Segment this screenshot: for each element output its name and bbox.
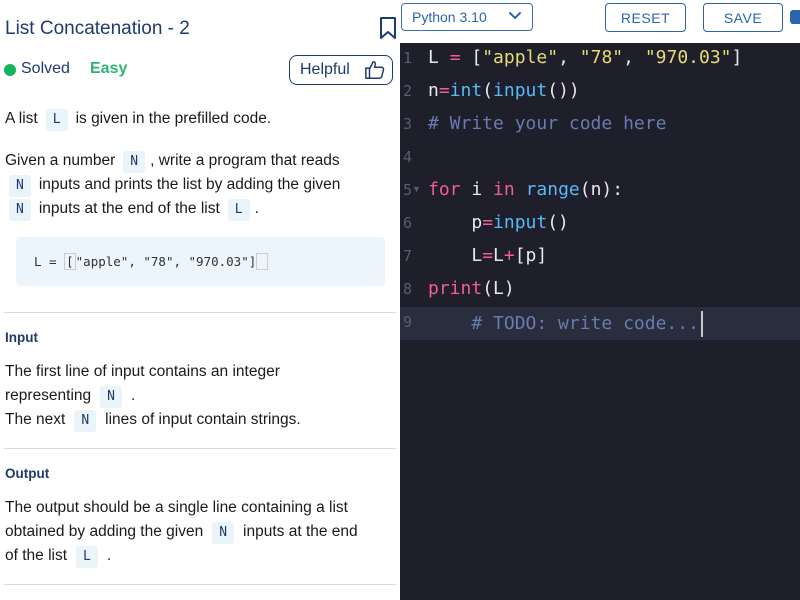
line-number: 8 [402, 280, 412, 298]
input-heading: Input [5, 330, 38, 345]
editor-panel: Python 3.10 RESET SAVE 1 L = ["apple", "… [400, 0, 800, 600]
language-select[interactable]: Python 3.10 [401, 3, 533, 31]
text: inputs at the end [243, 522, 358, 540]
text: Given a number [5, 152, 116, 169]
line-number: 6 [402, 214, 412, 232]
code-text: ] [248, 254, 257, 269]
text: inputs at the end of the list [38, 200, 220, 217]
code-line[interactable]: 4 [400, 142, 800, 175]
text: The output should be a single line conta… [5, 499, 348, 516]
text: lines of input contain strings. [105, 410, 301, 428]
line-number: 9 [402, 313, 412, 331]
line-text: # Write your code here [428, 113, 667, 134]
code-chip: N [123, 151, 146, 173]
code-line[interactable]: 5 ▼ for i in range(n): [400, 175, 800, 208]
solved-status: Solved [21, 60, 70, 77]
divider [4, 584, 396, 585]
code-chip: N [74, 409, 97, 432]
line-number: 7 [402, 247, 412, 265]
line-text: print(L) [428, 278, 515, 299]
line-text: for i in range(n): [428, 179, 624, 200]
code-chip: N [100, 385, 122, 408]
line-text: n=int(input()) [428, 80, 580, 101]
reset-button[interactable]: RESET [605, 3, 686, 32]
output-description: The output should be a single line conta… [5, 496, 390, 568]
text: inputs and prints the list by adding the… [38, 176, 341, 193]
line-number: 2 [402, 82, 412, 100]
text: of the list [5, 546, 68, 564]
code-sample-block: L = ["apple", "78", "970.03"] [16, 237, 385, 286]
code-chip: L [45, 109, 68, 131]
code-chip: N [212, 521, 235, 544]
chevron-down-icon [509, 12, 521, 20]
text: . [254, 200, 259, 217]
text: The first line of input contains an inte… [5, 363, 280, 380]
language-label: Python 3.10 [412, 9, 487, 25]
text-cursor [700, 311, 703, 337]
code-chip: N [9, 199, 31, 221]
fold-arrow-icon[interactable]: ▼ [412, 184, 421, 194]
line-text: # TODO: write code... [428, 311, 703, 337]
line-text: L = ["apple", "78", "970.03"] [428, 47, 743, 68]
line-number: 1 [402, 49, 412, 67]
code-chip: L [227, 199, 250, 221]
text: , write a program that reads [150, 152, 340, 169]
text: is given in the prefilled code. [75, 110, 272, 127]
code-bracket: [ [64, 253, 76, 270]
code-line[interactable]: 8 print(L) [400, 274, 800, 307]
editor-toolbar: Python 3.10 RESET SAVE [400, 0, 800, 43]
code-line-active[interactable]: 9 # TODO: write code... [400, 307, 800, 340]
code-text: "apple", "78", "970.03" [75, 254, 249, 269]
text: obtained by adding the given [5, 522, 204, 540]
line-text: p=input() [428, 212, 569, 233]
description-paragraph-1: A list Lis given in the prefilled code. [5, 107, 390, 131]
code-line[interactable]: 1 L = ["apple", "78", "970.03"] [400, 43, 800, 76]
text: The next [5, 410, 66, 428]
helpful-button[interactable]: Helpful [289, 55, 393, 85]
code-bracket-marker [256, 253, 268, 270]
helpful-label: Helpful [300, 61, 350, 78]
line-number: 3 [402, 115, 412, 133]
text: A list [5, 110, 38, 127]
save-button[interactable]: SAVE [703, 3, 783, 32]
thumbs-up-icon [365, 61, 385, 79]
line-number: 4 [402, 148, 412, 166]
problem-panel: List Concatenation - 2 Solved Easy Helpf… [0, 0, 400, 600]
difficulty-badge: Easy [90, 60, 128, 77]
code-line[interactable]: 6 p=input() [400, 208, 800, 241]
code-line[interactable]: 3 # Write your code here [400, 109, 800, 142]
line-number: 5 [402, 181, 412, 199]
description-paragraph-2: Given a number N, write a program that re… [5, 149, 390, 221]
code-line[interactable]: 2 n=int(input()) [400, 76, 800, 109]
output-heading: Output [5, 466, 50, 481]
problem-title: List Concatenation - 2 [5, 18, 190, 39]
divider [4, 312, 396, 313]
bookmark-icon[interactable] [378, 16, 398, 40]
text: representing [5, 386, 92, 404]
line-text: L=L+[p] [428, 245, 548, 266]
text: . [131, 386, 136, 404]
code-editor[interactable]: 1 L = ["apple", "78", "970.03"] 2 n=int(… [400, 43, 800, 600]
code-chip: N [9, 175, 31, 197]
code-sample: L = ["apple", "78", "970.03"] [34, 253, 268, 270]
panel-edge-indicator [790, 10, 800, 24]
code-chip: L [76, 545, 98, 568]
code-line[interactable]: 7 L=L+[p] [400, 241, 800, 274]
solved-status-dot [4, 64, 16, 76]
code-text: L = [34, 254, 65, 269]
text: . [106, 546, 112, 564]
input-description: The first line of input contains an inte… [5, 360, 390, 432]
divider [4, 448, 396, 449]
